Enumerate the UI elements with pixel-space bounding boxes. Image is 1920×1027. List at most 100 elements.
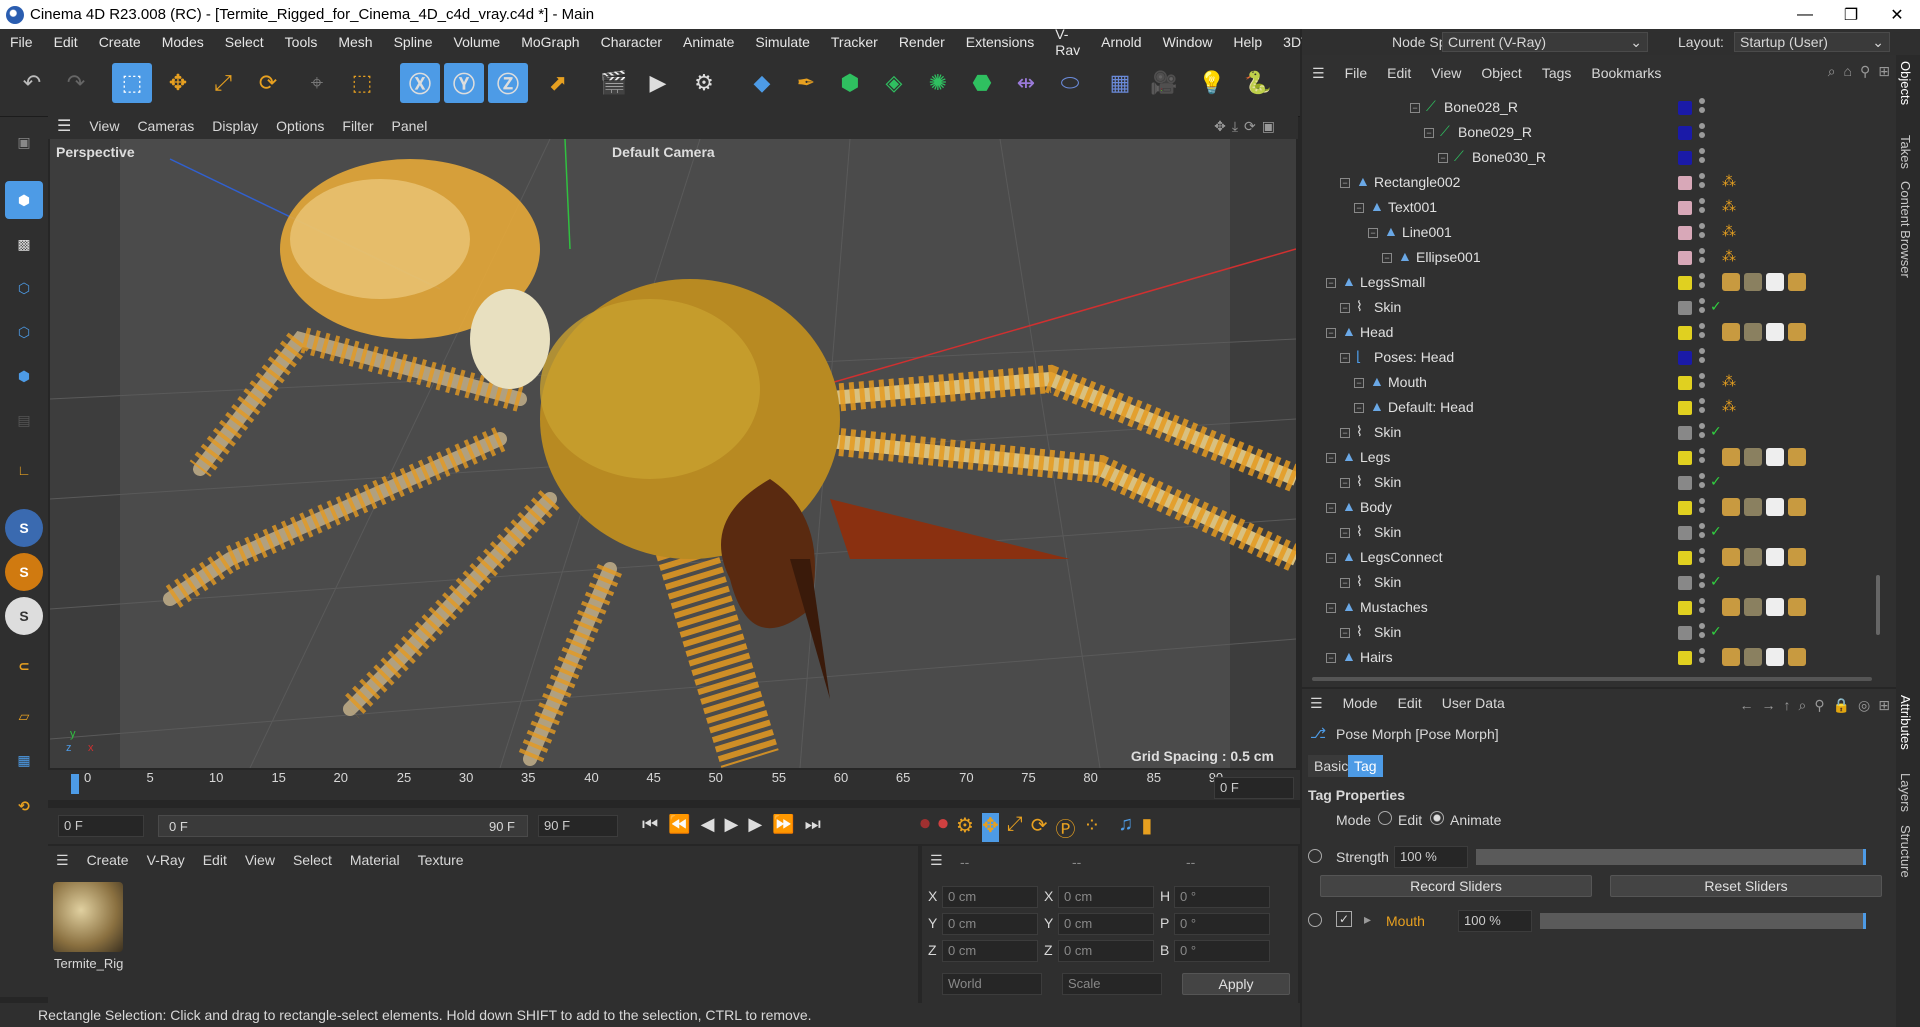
- size-z-field[interactable]: 0 cm: [1058, 940, 1154, 962]
- material-tag-icon[interactable]: [1722, 273, 1740, 291]
- menu-spline[interactable]: Spline: [384, 34, 444, 50]
- side-tab-layers[interactable]: Layers: [1898, 773, 1913, 812]
- close-button[interactable]: ✕: [1874, 0, 1920, 29]
- camera-icon[interactable]: 🎥: [1144, 63, 1184, 103]
- material-tag-icon[interactable]: [1788, 323, 1806, 341]
- object-row[interactable]: − ⌊ Poses: Head: [1302, 345, 1872, 370]
- menu-animate[interactable]: Animate: [673, 34, 745, 50]
- deformer-icon[interactable]: ⇹: [1006, 63, 1046, 103]
- layer-color-swatch[interactable]: [1678, 326, 1692, 340]
- pos-x-field[interactable]: 0 cm: [942, 886, 1038, 908]
- viewport-menu-display[interactable]: Display: [203, 118, 267, 134]
- mouth-field[interactable]: 100 %: [1458, 910, 1532, 932]
- floor-icon[interactable]: ▦: [1100, 63, 1140, 103]
- layer-color-swatch[interactable]: [1678, 451, 1692, 465]
- expand-toggle-icon[interactable]: −: [1340, 478, 1350, 488]
- next-frame-icon[interactable]: ▶: [748, 814, 762, 835]
- viewport-menu-panel[interactable]: Panel: [383, 118, 437, 134]
- visibility-dots[interactable]: [1699, 323, 1705, 343]
- polygons-mode-icon[interactable]: ⬢: [5, 357, 43, 395]
- layer-color-swatch[interactable]: [1678, 151, 1692, 165]
- object-row[interactable]: − ▲ Legs: [1302, 445, 1872, 470]
- mouth-slider[interactable]: [1540, 913, 1866, 929]
- viewport-nav-icons[interactable]: ✥⤓⟳▣: [1205, 118, 1290, 135]
- mat-menu-select[interactable]: Select: [293, 852, 332, 869]
- object-row[interactable]: − ▲ Text001 ⁂: [1302, 195, 1872, 220]
- object-name[interactable]: Bone030_R: [1472, 149, 1546, 165]
- object-name[interactable]: Skin: [1374, 424, 1401, 440]
- material-tag-icon[interactable]: [1788, 548, 1806, 566]
- pos-y-field[interactable]: 0 cm: [942, 913, 1038, 935]
- expand-toggle-icon[interactable]: −: [1368, 228, 1378, 238]
- undo-icon[interactable]: ↶: [12, 63, 52, 103]
- material-tag-icon[interactable]: [1744, 323, 1762, 341]
- visibility-dots[interactable]: [1699, 598, 1705, 618]
- object-row[interactable]: − ⟋ Bone028_R: [1302, 95, 1872, 120]
- visibility-dots[interactable]: [1699, 273, 1705, 293]
- mouth-expand-icon[interactable]: ▸: [1364, 911, 1371, 928]
- strength-field[interactable]: 100 %: [1394, 846, 1468, 868]
- search-icon[interactable]: ⌕: [1828, 63, 1836, 80]
- grid-lock-icon[interactable]: ▦: [5, 741, 43, 779]
- menu-edit[interactable]: Edit: [44, 34, 89, 50]
- object-name[interactable]: Bone029_R: [1458, 124, 1532, 140]
- filter-icon[interactable]: ⚲: [1814, 697, 1824, 714]
- menu-create[interactable]: Create: [89, 34, 152, 50]
- points-mode-icon[interactable]: ⬡: [5, 269, 43, 307]
- layout-dropdown[interactable]: Startup (User) ⌄: [1734, 32, 1890, 52]
- material-tag-icon[interactable]: [1722, 448, 1740, 466]
- hamburger-icon[interactable]: ☰: [1302, 65, 1335, 82]
- mat-menu-material[interactable]: Material: [350, 852, 400, 869]
- layer-color-swatch[interactable]: [1678, 501, 1692, 515]
- menu-tracker[interactable]: Tracker: [821, 34, 889, 50]
- object-row[interactable]: − ⌇ Skin ✓: [1302, 520, 1872, 545]
- object-row[interactable]: − ▲ LegsSmall: [1302, 270, 1872, 295]
- record-sliders-button[interactable]: Record Sliders: [1320, 875, 1592, 897]
- material-tag-icon[interactable]: [1744, 648, 1762, 666]
- minimize-button[interactable]: —: [1782, 0, 1828, 29]
- snap-s-icon[interactable]: S: [5, 509, 43, 547]
- material-tag-icon[interactable]: [1744, 448, 1762, 466]
- layer-color-swatch[interactable]: [1678, 251, 1692, 265]
- mouth-checkbox[interactable]: ✓: [1336, 911, 1352, 927]
- expand-toggle-icon[interactable]: −: [1340, 178, 1350, 188]
- side-tab-attributes[interactable]: Attributes: [1898, 695, 1913, 750]
- coordinate-system-icon[interactable]: ⬈: [538, 63, 578, 103]
- autokey-icon[interactable]: ⏺: [938, 813, 948, 842]
- object-row[interactable]: − ▲ Head: [1302, 320, 1872, 345]
- tweak-icon[interactable]: ⟲: [5, 787, 43, 825]
- layer-color-swatch[interactable]: [1678, 351, 1692, 365]
- object-name[interactable]: Bone028_R: [1444, 99, 1518, 115]
- material-name[interactable]: Termite_Rig: [54, 956, 123, 971]
- visibility-dots[interactable]: [1699, 198, 1705, 218]
- mat-menu-create[interactable]: Create: [87, 852, 129, 869]
- object-name[interactable]: Rectangle002: [1374, 174, 1460, 190]
- workplane-icon[interactable]: ▱: [5, 697, 43, 735]
- end-frame-field[interactable]: 90 F: [538, 815, 618, 837]
- obj-menu-tags[interactable]: Tags: [1532, 65, 1582, 81]
- menu-arnold[interactable]: Arnold: [1091, 34, 1152, 50]
- object-row[interactable]: − ▲ Mouth ⁂: [1302, 370, 1872, 395]
- new-window-icon[interactable]: ⊞: [1878, 697, 1890, 714]
- tab-tag[interactable]: Tag: [1348, 755, 1383, 777]
- material-tag-icon[interactable]: [1722, 323, 1740, 341]
- home-icon[interactable]: ⌂: [1844, 63, 1852, 80]
- material-tag-icon[interactable]: [1722, 548, 1740, 566]
- key-scale-icon[interactable]: ⤢: [1007, 813, 1023, 842]
- material-tag-icon[interactable]: [1766, 598, 1784, 616]
- expand-toggle-icon[interactable]: −: [1438, 153, 1448, 163]
- layer-color-swatch[interactable]: [1678, 551, 1692, 565]
- redo-icon[interactable]: ↷: [56, 63, 96, 103]
- light-icon[interactable]: 💡: [1192, 63, 1232, 103]
- go-to-end-icon[interactable]: ⏭: [805, 814, 821, 835]
- object-name[interactable]: Mustaches: [1360, 599, 1428, 615]
- record-icon[interactable]: ⏺: [920, 813, 930, 842]
- visibility-dots[interactable]: [1699, 548, 1705, 568]
- visibility-dots[interactable]: [1699, 348, 1705, 368]
- x-axis-icon[interactable]: Ⓧ: [400, 63, 440, 103]
- layer-color-swatch[interactable]: [1678, 301, 1692, 315]
- expand-toggle-icon[interactable]: −: [1326, 503, 1336, 513]
- object-name[interactable]: LegsSmall: [1360, 274, 1425, 290]
- menu-extensions[interactable]: Extensions: [956, 34, 1045, 50]
- obj-menu-object[interactable]: Object: [1471, 65, 1531, 81]
